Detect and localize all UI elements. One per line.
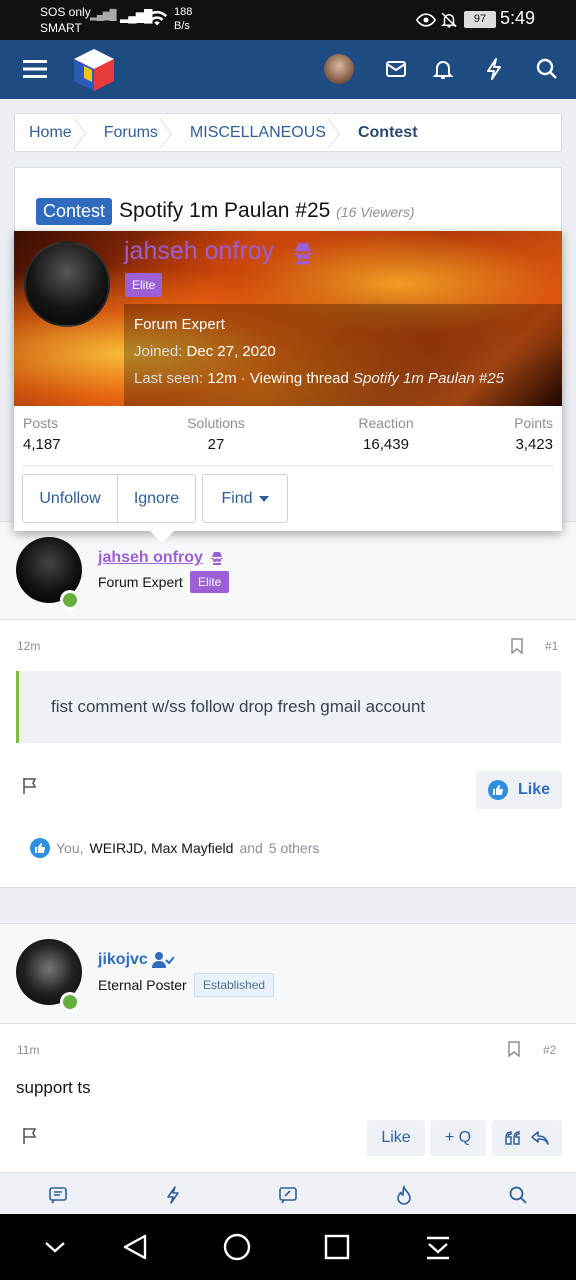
status-bar: SOS only SMART ▂▄▆█ ▂▄▆█ 188 B/s 97 5:49 xyxy=(0,0,576,40)
bookmark-icon[interactable] xyxy=(510,638,524,654)
thread-prefix[interactable]: Contest xyxy=(36,198,113,225)
post-content: fist comment w/ss follow drop fresh gmai… xyxy=(16,671,561,743)
reaction-and: and xyxy=(239,840,263,856)
member-stats: Posts 4,187 Solutions 27 Reaction 16,439… xyxy=(23,415,553,465)
member-joined: Joined: Dec 27, 2020 xyxy=(134,343,276,360)
signal-icon: ▂▄▆█ xyxy=(90,10,117,21)
online-status-icon xyxy=(60,590,80,610)
breadcrumb-miscellaneous[interactable]: MISCELLANEOUS xyxy=(176,114,344,151)
post-number[interactable]: #2 xyxy=(543,1043,556,1057)
eye-icon xyxy=(416,13,436,27)
member-actions: Unfollow Ignore Find xyxy=(22,474,288,523)
breadcrumb-contest[interactable]: Contest xyxy=(344,114,436,151)
verified-user-icon xyxy=(152,952,174,968)
viewer-count: (16 Viewers) xyxy=(336,204,415,220)
stat-reaction[interactable]: Reaction 16,439 xyxy=(341,415,431,453)
post-time[interactable]: 12m xyxy=(17,639,40,653)
carrier-label: SOS only SMART xyxy=(40,5,91,35)
like-label: Like xyxy=(518,781,551,798)
stat-points[interactable]: Points 3,423 xyxy=(514,415,553,453)
multi-quote-button[interactable]: + Q xyxy=(430,1120,486,1156)
whats-new-icon[interactable] xyxy=(163,1185,183,1205)
site-logo[interactable] xyxy=(70,46,118,94)
thumbs-up-icon xyxy=(488,780,508,800)
unfollow-button[interactable]: Unfollow xyxy=(22,474,118,523)
stat-solutions[interactable]: Solutions 27 xyxy=(171,415,261,453)
system-nav-bar xyxy=(0,1214,576,1280)
home-icon[interactable] xyxy=(222,1232,252,1262)
net-rate: 188 B/s xyxy=(174,6,193,32)
app-bottom-nav xyxy=(0,1172,576,1214)
quote-reply-group xyxy=(492,1120,562,1156)
report-flag-icon[interactable] xyxy=(22,777,38,795)
member-badge: Elite xyxy=(125,273,163,297)
like-button[interactable]: Like xyxy=(367,1120,425,1156)
ignore-button[interactable]: Ignore xyxy=(118,474,196,523)
member-user-title: Forum Expert xyxy=(134,316,225,333)
member-name[interactable]: jahseh onfroy xyxy=(124,237,274,266)
post-user-block: jikojvc Eternal Poster Established xyxy=(0,924,576,1024)
breadcrumb-forums[interactable]: Forums xyxy=(90,114,176,151)
reaction-you: You, xyxy=(56,840,84,856)
search-icon[interactable] xyxy=(534,56,560,82)
site-header xyxy=(0,40,576,99)
find-button[interactable]: Find xyxy=(202,474,288,523)
user-avatar[interactable] xyxy=(324,54,354,84)
post-user-block: jahseh onfroy Forum Expert Elite xyxy=(0,522,576,620)
reaction-summary[interactable]: You, WEIRJD, Max Mayfield and 5 others xyxy=(30,838,319,858)
reaction-names[interactable]: WEIRJD, Max Mayfield xyxy=(90,840,234,856)
alerts-icon[interactable] xyxy=(430,56,456,82)
find-label: Find xyxy=(221,489,253,507)
forums-icon[interactable] xyxy=(48,1185,68,1205)
username[interactable]: jikojvc xyxy=(98,951,148,969)
username[interactable]: jahseh onfroy xyxy=(98,549,203,567)
recents-icon[interactable] xyxy=(322,1232,352,1262)
like-reaction-icon xyxy=(30,838,50,858)
post-2: jikojvc Eternal Poster Established 11m #… xyxy=(0,923,576,1172)
wifi-icon xyxy=(146,10,168,26)
thread-title: Spotify 1m Paulan #25 (16 Viewers) xyxy=(119,199,415,222)
search-icon[interactable] xyxy=(508,1185,528,1205)
menu-icon[interactable] xyxy=(22,56,48,82)
caret-down-icon xyxy=(258,495,269,502)
post-number[interactable]: #1 xyxy=(545,639,558,653)
post-text: support ts xyxy=(16,1078,91,1097)
post-1: jahseh onfroy Forum Expert Elite 12m #1 … xyxy=(0,521,576,888)
member-avatar[interactable] xyxy=(24,241,110,327)
post-time[interactable]: 11m xyxy=(17,1043,39,1057)
online-status-icon xyxy=(60,992,80,1012)
user-title: Eternal Poster xyxy=(98,977,187,993)
stat-posts[interactable]: Posts 4,187 xyxy=(23,415,61,453)
hacker-icon xyxy=(293,243,313,265)
post-text: fist comment w/ss follow drop fresh gmai… xyxy=(51,697,426,716)
bookmark-icon[interactable] xyxy=(507,1041,521,1057)
trending-icon[interactable] xyxy=(394,1185,414,1205)
bell-off-icon xyxy=(441,12,457,28)
inbox-icon[interactable] xyxy=(383,56,409,82)
user-title: Forum Expert xyxy=(98,574,183,590)
quote-icon[interactable] xyxy=(505,1131,521,1145)
battery-indicator: 97 xyxy=(464,11,496,28)
hacker-icon xyxy=(211,552,223,565)
user-badge: Established xyxy=(194,973,275,997)
profile-banner: jahseh onfroy Elite Forum Expert Joined:… xyxy=(14,231,562,406)
breadcrumb: Home Forums MISCELLANEOUS Contest xyxy=(14,113,562,152)
chevron-down-icon[interactable] xyxy=(40,1232,70,1262)
member-last-seen: Last seen: 12m · Viewing thread Spotify … xyxy=(134,370,504,387)
back-icon[interactable] xyxy=(121,1232,151,1262)
report-flag-icon[interactable] xyxy=(22,1127,38,1145)
member-tooltip: jahseh onfroy Elite Forum Expert Joined:… xyxy=(14,231,562,543)
new-post-icon[interactable] xyxy=(278,1185,298,1205)
notification-pull-icon[interactable] xyxy=(423,1232,453,1262)
whats-new-icon[interactable] xyxy=(481,56,507,82)
breadcrumb-home[interactable]: Home xyxy=(15,114,90,151)
like-button[interactable]: Like xyxy=(476,771,562,809)
reply-icon[interactable] xyxy=(531,1131,549,1145)
clock: 5:49 xyxy=(500,8,536,28)
divider xyxy=(23,465,553,466)
reaction-others[interactable]: 5 others xyxy=(269,840,320,856)
user-badge: Elite xyxy=(190,571,230,593)
